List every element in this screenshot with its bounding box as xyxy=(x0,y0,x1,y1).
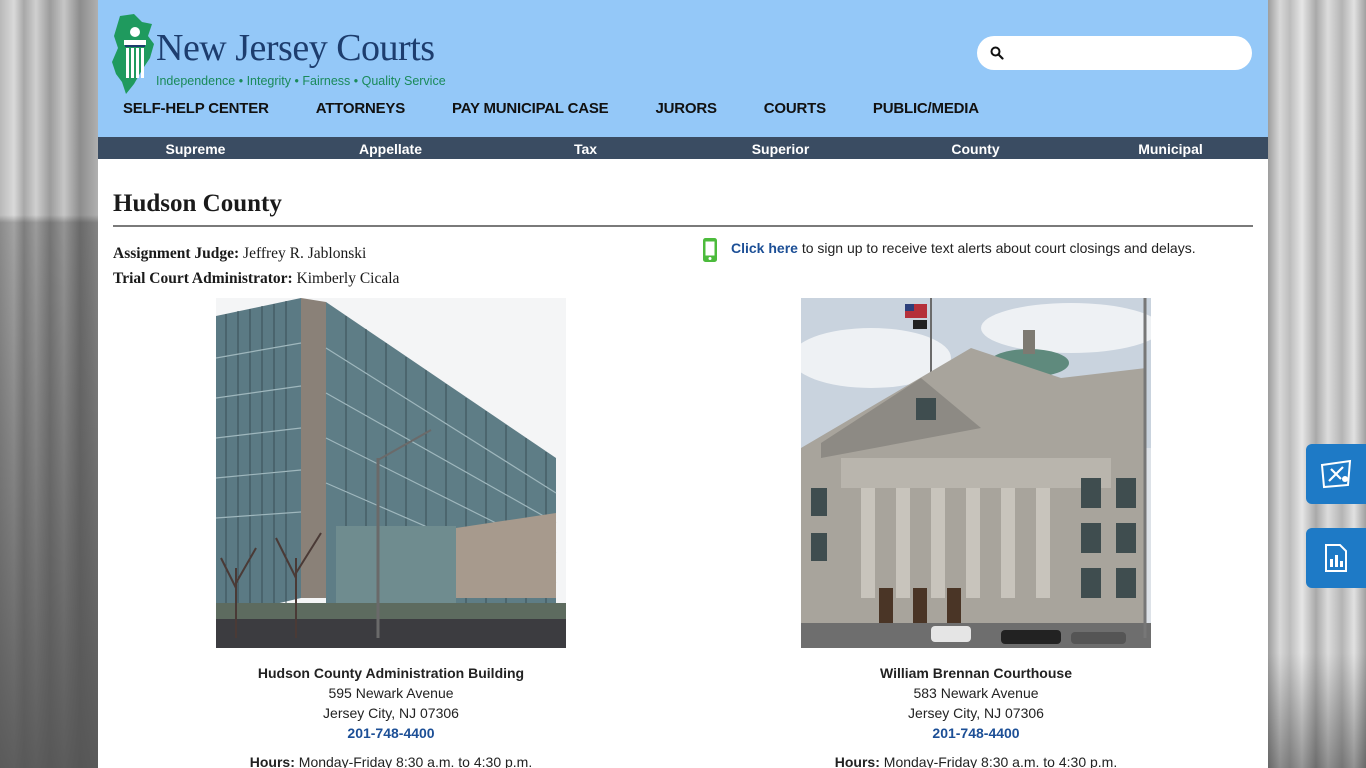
trial-court-administrator-line: Trial Court Administrator: Kimberly Cica… xyxy=(113,270,399,288)
background-right-columns xyxy=(1268,0,1366,768)
site-header: New Jersey Courts Independence • Integri… xyxy=(98,0,1268,137)
subnav-municipal[interactable]: Municipal xyxy=(1073,137,1268,159)
alert-text: Click here to sign up to receive text al… xyxy=(731,240,1196,256)
nav-courts[interactable]: COURTS xyxy=(764,100,826,117)
nav-attorneys[interactable]: ATTORNEYS xyxy=(316,100,406,117)
subnav-tax[interactable]: Tax xyxy=(488,137,683,159)
background-left-columns xyxy=(0,0,98,768)
search-box[interactable] xyxy=(977,36,1252,70)
subnav-appellate[interactable]: Appellate xyxy=(293,137,488,159)
document-chart-icon xyxy=(1325,544,1347,572)
alert-description: to sign up to receive text alerts about … xyxy=(797,240,1196,256)
location-hours-administration-building: Hours: Monday-Friday 8:30 a.m. to 4:30 p… xyxy=(176,754,606,768)
location-hours-brennan-courthouse: Hours: Monday-Friday 8:30 a.m. to 4:30 p… xyxy=(761,754,1191,768)
assignment-judge-name: Jeffrey R. Jablonski xyxy=(243,245,367,262)
subnav-county[interactable]: County xyxy=(878,137,1073,159)
location-phone-link[interactable]: 201-748-4400 xyxy=(347,725,434,741)
location-name: William Brennan Courthouse xyxy=(879,665,1072,681)
search-icon[interactable] xyxy=(990,46,1004,60)
search-input[interactable] xyxy=(1011,41,1241,65)
nj-state-column-icon xyxy=(112,14,154,94)
subnav-supreme[interactable]: Supreme xyxy=(98,137,293,159)
assignment-judge-line: Assignment Judge: Jeffrey R. Jablonski xyxy=(113,245,366,263)
location-card-administration-building: Hudson County Administration Building 59… xyxy=(176,663,606,743)
title-divider xyxy=(113,225,1253,227)
nav-public-media[interactable]: PUBLIC/MEDIA xyxy=(873,100,979,117)
location-city: Jersey City, NJ 07306 xyxy=(323,705,459,721)
tca-name: Kimberly Cicala xyxy=(296,270,400,287)
hours-value: Monday-Friday 8:30 a.m. to 4:30 p.m. xyxy=(294,754,533,768)
brennan-courthouse-photo xyxy=(801,298,1151,648)
main-navigation: SELF-HELP CENTER ATTORNEYS PAY MUNICIPAL… xyxy=(123,100,1026,117)
location-name: Hudson County Administration Building xyxy=(257,665,525,681)
location-city: Jersey City, NJ 07306 xyxy=(908,705,1044,721)
site-tagline: Independence • Integrity • Fairness • Qu… xyxy=(156,74,446,88)
tca-label: Trial Court Administrator: xyxy=(113,270,293,287)
site-logo[interactable]: New Jersey Courts Independence • Integri… xyxy=(112,14,446,94)
administration-building-photo xyxy=(216,298,566,648)
nav-self-help-center[interactable]: SELF-HELP CENTER xyxy=(123,100,269,117)
hours-label: Hours: xyxy=(249,754,295,768)
location-card-brennan-courthouse: William Brennan Courthouse 583 Newark Av… xyxy=(761,663,1191,743)
site-name: New Jersey Courts xyxy=(156,27,435,69)
page-container: New Jersey Courts Independence • Integri… xyxy=(98,0,1268,768)
mobile-phone-icon xyxy=(703,238,717,262)
location-street: 595 Newark Avenue xyxy=(328,685,454,701)
courthouse-help-icon xyxy=(1320,459,1352,489)
hours-label: Hours: xyxy=(834,754,880,768)
location-street: 583 Newark Avenue xyxy=(913,685,1039,701)
nav-jurors[interactable]: JURORS xyxy=(655,100,717,117)
text-alert-signup-link[interactable]: Click here xyxy=(731,240,798,256)
hours-value: Monday-Friday 8:30 a.m. to 4:30 p.m. xyxy=(879,754,1118,768)
assignment-judge-label: Assignment Judge: xyxy=(113,245,240,262)
location-phone-link[interactable]: 201-748-4400 xyxy=(932,725,1019,741)
page-title: Hudson County xyxy=(113,190,282,217)
court-subnavigation: Supreme Appellate Tax Superior County Mu… xyxy=(98,137,1268,159)
nav-pay-municipal-case[interactable]: PAY MUNICIPAL CASE xyxy=(452,100,609,117)
subnav-superior[interactable]: Superior xyxy=(683,137,878,159)
side-courthouse-help-button[interactable] xyxy=(1306,444,1366,504)
side-document-chart-button[interactable] xyxy=(1306,528,1366,588)
